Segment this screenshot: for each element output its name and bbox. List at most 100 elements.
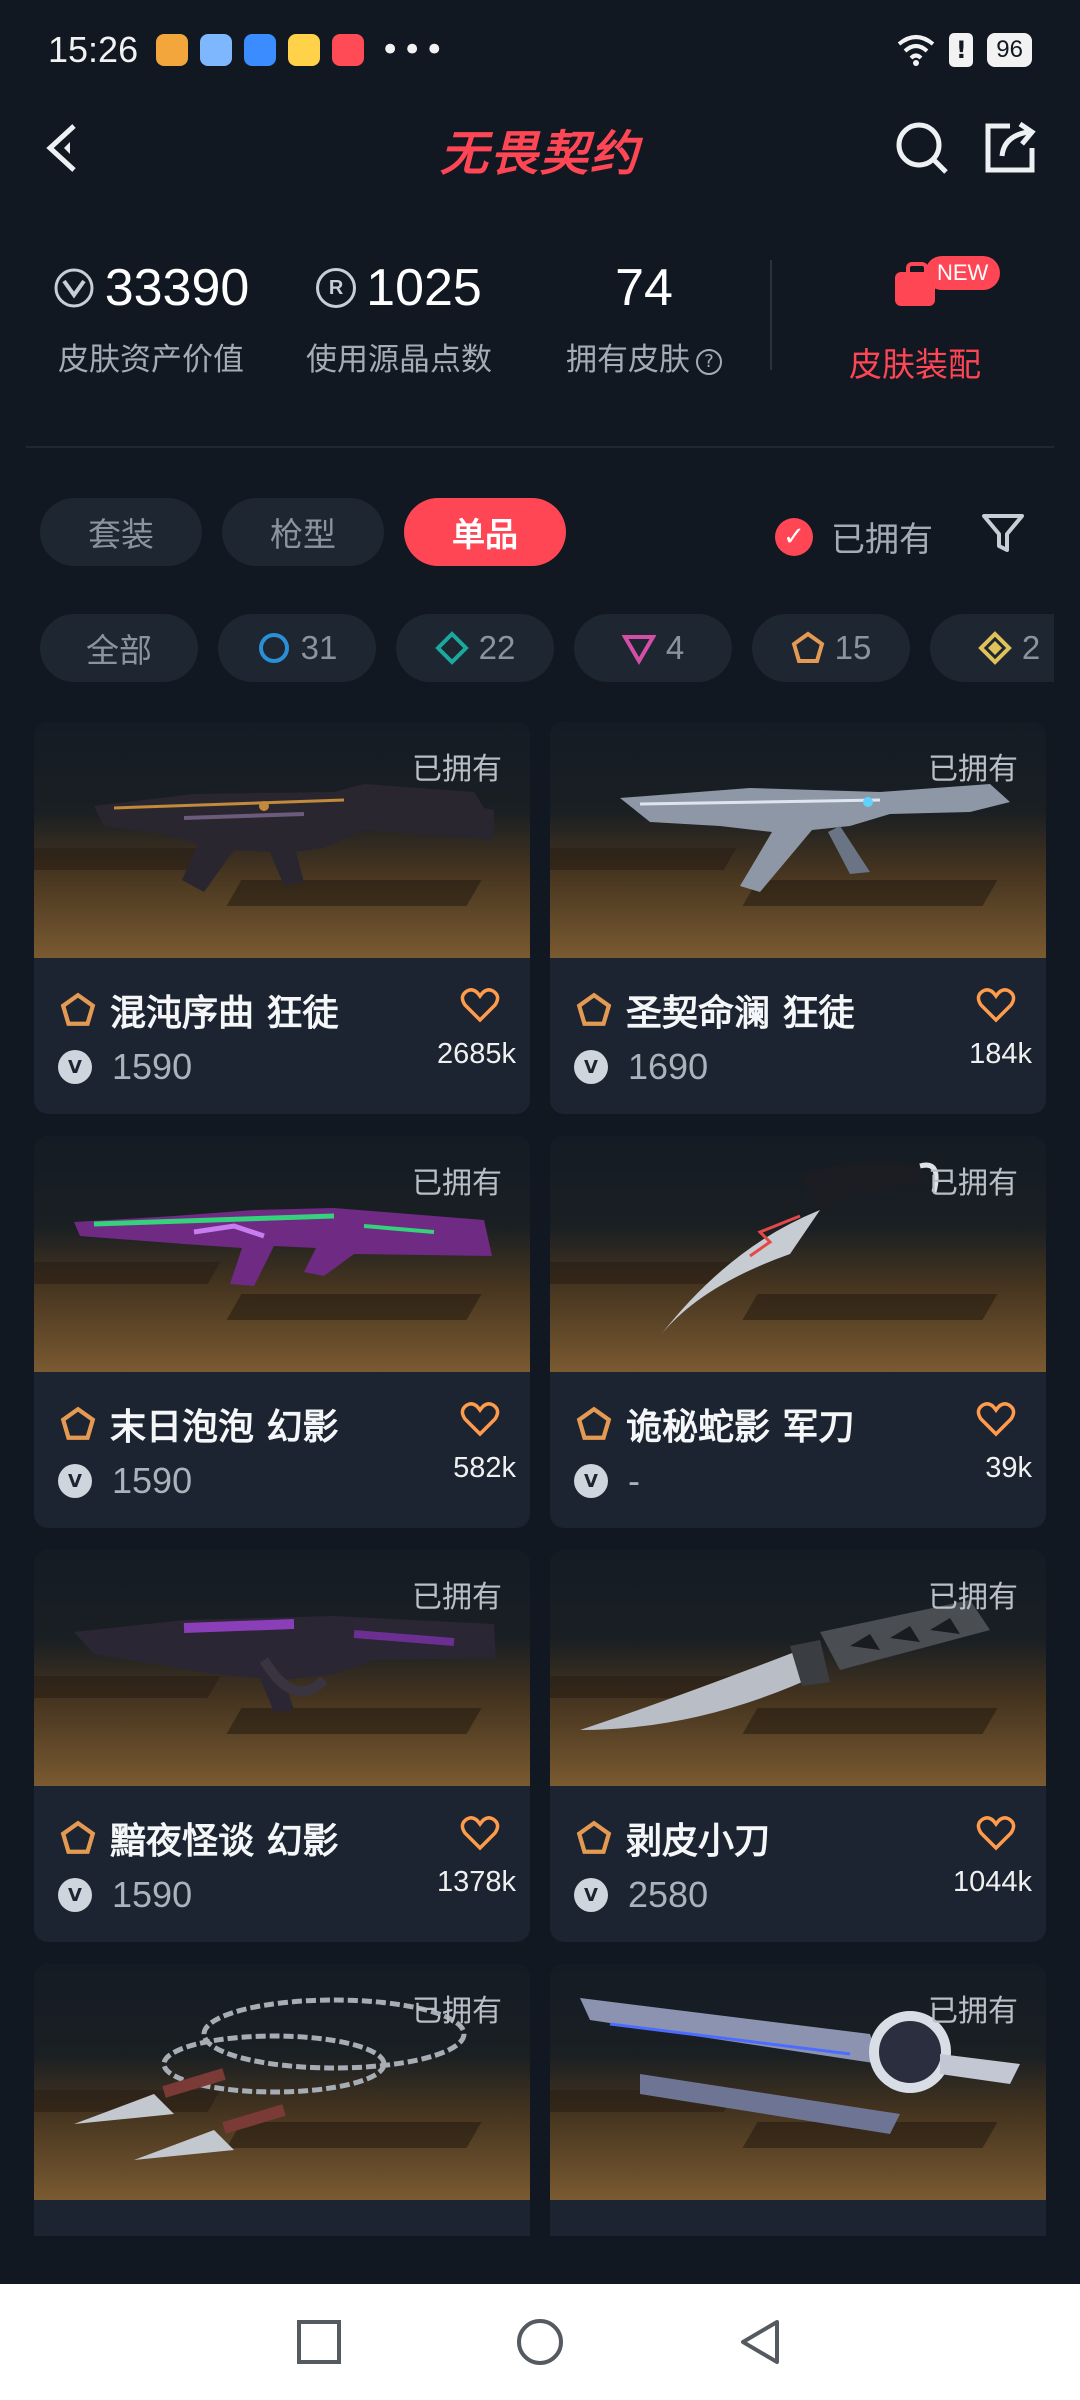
divider — [26, 446, 1054, 448]
skin-image: 已拥有 — [34, 722, 530, 958]
stat-value: 74 — [615, 259, 673, 317]
skin-price: 2580 — [628, 1874, 709, 1915]
skin-card[interactable]: 已拥有 — [34, 1964, 530, 2236]
exclusive-tier-icon — [60, 1406, 96, 1440]
more-notifications-icon: ••• — [380, 30, 447, 70]
share-icon[interactable] — [980, 118, 1040, 178]
select-tier-icon — [258, 633, 289, 663]
vp-icon: V — [574, 1878, 608, 1912]
vp-icon: V — [574, 1050, 608, 1084]
owned-tag: 已拥有 — [928, 752, 1018, 787]
favorite-heart-icon[interactable] — [460, 1814, 500, 1852]
favorite-heart-icon[interactable] — [976, 1814, 1016, 1852]
rarity-chip-select[interactable]: 31 — [218, 614, 376, 682]
rarity-chip-premium[interactable]: 4 — [574, 614, 732, 682]
notification-app-icon — [244, 34, 277, 66]
owned-tag: 已拥有 — [412, 1166, 502, 1201]
deluxe-tier-icon — [434, 631, 469, 665]
filter-icon[interactable] — [980, 510, 1026, 556]
skin-image: 已拥有 — [34, 1964, 530, 2200]
rarity-chip-ultra[interactable]: 2 — [930, 614, 1054, 682]
favorite-heart-icon[interactable] — [976, 1400, 1016, 1438]
status-time: 15:26 — [48, 29, 139, 70]
skin-image: 已拥有 — [34, 1136, 530, 1372]
skin-card[interactable]: 已拥有 黯夜怪谈 幻影 V 1590 1378k — [34, 1550, 530, 1942]
wifi-icon — [898, 35, 935, 66]
header: 无畏契约 — [0, 100, 1080, 196]
owned-filter-toggle[interactable]: ✓ 已拥有 — [775, 512, 933, 561]
notification-mail-icon — [332, 34, 365, 66]
divider — [770, 260, 772, 370]
favorite-heart-icon[interactable] — [976, 986, 1016, 1024]
new-badge: NEW — [925, 256, 1001, 290]
skin-name: 末日泡泡 幻影 — [110, 1407, 339, 1448]
rarity-chip-all[interactable]: 全部 — [40, 614, 198, 682]
skin-image: 已拥有 — [550, 722, 1046, 958]
exclusive-tier-icon — [791, 631, 824, 663]
skin-price: 1590 — [112, 1460, 193, 1501]
favorite-heart-icon[interactable] — [460, 986, 500, 1024]
owned-filter-label: 已拥有 — [831, 520, 933, 560]
rarity-chip-deluxe[interactable]: 22 — [396, 614, 554, 682]
vp-icon: V — [58, 1050, 92, 1084]
skin-price: - — [628, 1460, 640, 1501]
skin-card[interactable]: 已拥有 圣契命澜 狂徒 V 1690 184k — [550, 722, 1046, 1114]
tab-bundle[interactable]: 套装 — [40, 498, 202, 566]
skin-image: 已拥有 — [34, 1550, 530, 1786]
ultra-tier-icon — [977, 631, 1012, 665]
like-count: 1378k — [436, 1866, 516, 1898]
exclusive-tier-icon — [576, 1820, 612, 1854]
skin-price: 1590 — [112, 1874, 193, 1915]
alert-icon: ! — [949, 33, 974, 67]
battery-icon: 96 — [987, 33, 1032, 67]
rarity-filter-row: 全部 31 22 4 15 2 — [40, 614, 1054, 684]
category-tabs: 套装 枪型 单品 — [40, 498, 566, 566]
rarity-chip-count: 31 — [300, 629, 338, 666]
owned-tag: 已拥有 — [928, 1166, 1018, 1201]
exclusive-tier-icon — [576, 1406, 612, 1440]
skin-card[interactable]: 已拥有 — [550, 1964, 1046, 2236]
owned-tag: 已拥有 — [412, 752, 502, 787]
tab-single-item[interactable]: 单品 — [404, 498, 566, 566]
like-count: 582k — [453, 1452, 516, 1484]
vp-icon: V — [58, 1464, 92, 1498]
check-icon: ✓ — [775, 517, 813, 556]
stat-radianite: R 1025 使用源晶点数 — [296, 256, 502, 379]
search-icon[interactable] — [892, 118, 952, 178]
like-count: 2685k — [436, 1038, 516, 1070]
vp-icon — [54, 268, 94, 308]
skin-card[interactable]: 已拥有 末日泡泡 幻影 V 1590 582k — [34, 1136, 530, 1528]
notification-app-icon — [156, 34, 189, 66]
skin-loadout-label: 皮肤装配 — [849, 345, 981, 384]
like-count: 39k — [985, 1452, 1032, 1484]
stat-value: 33390 — [104, 259, 250, 317]
rarity-chip-count: 2 — [1021, 629, 1041, 666]
favorite-heart-icon[interactable] — [460, 1400, 500, 1438]
recent-apps-icon[interactable] — [291, 2314, 347, 2370]
vp-icon: V — [58, 1878, 92, 1912]
rarity-chip-count: 15 — [834, 629, 872, 666]
owned-tag: 已拥有 — [928, 1994, 1018, 2029]
skin-loadout-button[interactable]: NEW 皮肤装配 — [820, 256, 1010, 386]
skin-card[interactable]: 已拥有 混沌序曲 狂徒 V 1590 2685k — [34, 722, 530, 1114]
skin-name: 圣契命澜 狂徒 — [626, 993, 855, 1034]
stats-panel: 33390 皮肤资产价值 R 1025 使用源晶点数 74 拥有皮肤? NEW … — [0, 236, 1080, 396]
help-icon[interactable]: ? — [696, 348, 722, 375]
stat-label: 皮肤资产价值 — [58, 342, 244, 378]
home-icon[interactable] — [512, 2314, 568, 2370]
vp-icon: V — [574, 1464, 608, 1498]
skin-name: 黯夜怪谈 幻影 — [110, 1821, 339, 1862]
tab-weapon-type[interactable]: 枪型 — [222, 498, 384, 566]
system-nav-bar — [0, 2284, 1080, 2400]
premium-tier-icon — [621, 635, 656, 665]
stat-label: 拥有皮肤 — [566, 342, 690, 378]
rarity-chip-count: 22 — [478, 629, 516, 666]
rarity-chip-exclusive[interactable]: 15 — [752, 614, 910, 682]
like-count: 184k — [969, 1038, 1032, 1070]
stat-label: 使用源晶点数 — [306, 342, 492, 378]
owned-tag: 已拥有 — [412, 1994, 502, 2029]
back-nav-icon[interactable] — [733, 2314, 789, 2370]
exclusive-tier-icon — [60, 1820, 96, 1854]
skin-card[interactable]: 已拥有 诡秘蛇影 军刀 V - 39k — [550, 1136, 1046, 1528]
skin-card[interactable]: 已拥有 剥皮小刀 V 2580 1044k — [550, 1550, 1046, 1942]
